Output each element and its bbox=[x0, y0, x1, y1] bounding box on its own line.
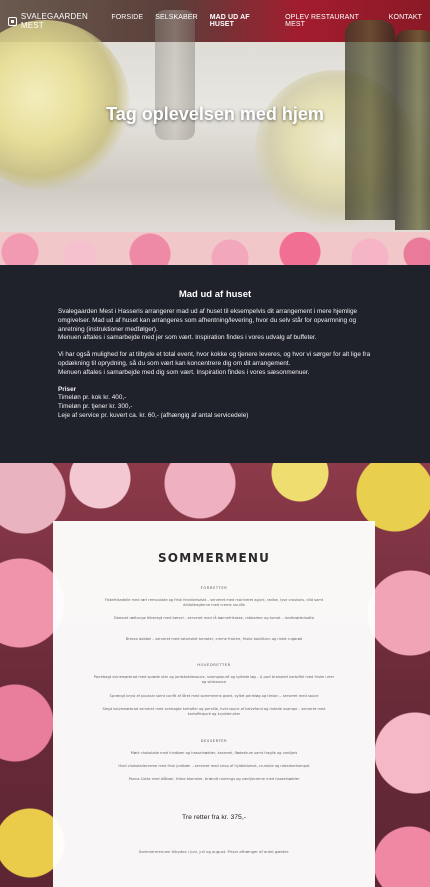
nav-link-oplev-restaurant-mest[interactable]: OPLEV RESTAURANT MEST bbox=[285, 14, 377, 28]
menu-dish: Mørk chokolade med hindbær og hasselnødd… bbox=[130, 751, 298, 755]
nav-link-mad-ud-af-huset[interactable]: MAD UD AF HUSET bbox=[210, 14, 273, 28]
top-navigation: SVALEGAARDEN MEST FORSIDE SELSKABER MAD … bbox=[0, 0, 430, 42]
nav-link-kontakt[interactable]: KONTAKT bbox=[389, 14, 422, 28]
logo-text: SVALEGAARDEN MEST bbox=[20, 12, 89, 30]
menu-price: Tre retter fra kr. 375,- bbox=[182, 814, 246, 821]
menu-title: SOMMERMENU bbox=[157, 551, 271, 565]
info-paragraph: Vi har også mulighed for at tilbyde et t… bbox=[58, 351, 378, 377]
course-heading: FORRETTER bbox=[200, 586, 228, 590]
price-line: Leje af service pr. kuvert ca. kr. 60,- … bbox=[58, 411, 249, 419]
course-heading: HOVEDRETTER bbox=[197, 663, 231, 667]
menu-dish: Stegt kalvemørbrad serveret med ovnbagte… bbox=[102, 707, 326, 717]
logo-mark-icon bbox=[8, 16, 17, 26]
hero-bottle-image bbox=[395, 30, 430, 230]
nav-links: FORSIDE SELSKABER MAD UD AF HUSET OPLEV … bbox=[111, 14, 422, 28]
info-paragraph: Svalegaarden Mest i Hasseris arrangerer … bbox=[58, 308, 378, 343]
menu-dish: Panna Cotta med blåbær, friske blomster,… bbox=[128, 777, 300, 781]
info-text: Vi har også mulighed for at tilbyde et t… bbox=[58, 351, 371, 367]
menu-card: SOMMERMENU FORRETTER Fiskefrikadelle med… bbox=[53, 521, 375, 887]
menu-section: SOMMERMENU FORRETTER Fiskefrikadelle med… bbox=[0, 463, 430, 887]
menu-dish: Dampet rødtunge tilberegt med kørvel – s… bbox=[113, 616, 315, 620]
info-body: Svalegaarden Mest i Hasseris arrangerer … bbox=[58, 308, 378, 429]
prices-block: Priser Timeløn pr. kok kr. 400,- Timeløn… bbox=[58, 386, 378, 421]
menu-dish: Hvid chokoladecreme med frisk jordbær – … bbox=[118, 764, 310, 768]
prices-heading: Priser bbox=[58, 385, 77, 393]
menu-dish: Porrebagt svinemørbrad med sprøde skin o… bbox=[93, 675, 335, 685]
section-title: Mad ud af huset bbox=[178, 289, 252, 300]
menu-dish: Bresco dobbel – serveret med tatarisket … bbox=[125, 637, 303, 641]
info-text: Menuen aftales i samarbejde med dig som … bbox=[58, 368, 310, 376]
info-text: Menuen aftales i samarbejde med jer som … bbox=[58, 334, 317, 342]
nav-link-selskaber[interactable]: SELSKABER bbox=[155, 14, 198, 28]
menu-note: Sommermenuen tilbydes i juni, juli og au… bbox=[138, 849, 290, 854]
info-text: Svalegaarden Mest i Hasseris arrangerer … bbox=[58, 308, 358, 333]
price-line: Timeløn pr. kok kr. 400,- bbox=[58, 394, 127, 402]
hero-title: Tag oplevelsen med hjem bbox=[106, 104, 324, 124]
price-line: Timeløn pr. tjener kr. 300,- bbox=[58, 403, 133, 411]
menu-dish: Sprængt bryst af poussin samt confit af … bbox=[109, 694, 319, 698]
brand-logo[interactable]: SVALEGAARDEN MEST bbox=[8, 12, 111, 30]
course-heading: DESSERTER bbox=[200, 739, 228, 743]
nav-link-forside[interactable]: FORSIDE bbox=[111, 14, 143, 28]
info-section: Mad ud af huset Svalegaarden Mest i Hass… bbox=[0, 265, 430, 463]
menu-dish: Fiskefrikadelle med rørt remoulade og fr… bbox=[104, 598, 324, 608]
hero-flowers-image bbox=[0, 232, 430, 265]
